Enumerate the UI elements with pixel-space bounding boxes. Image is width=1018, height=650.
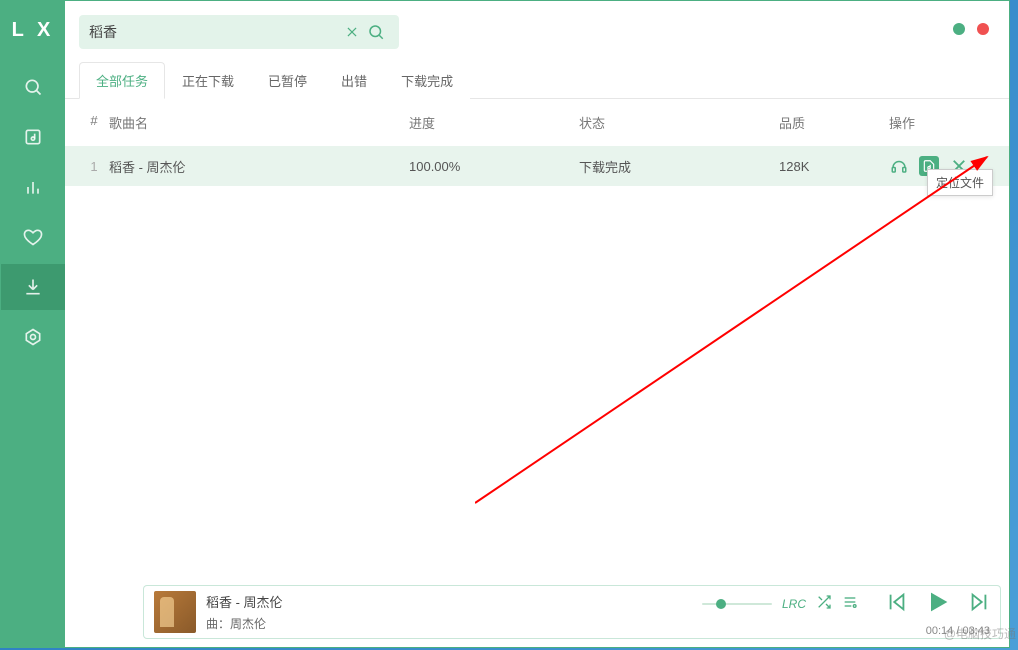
prev-track-icon[interactable] [886, 591, 908, 618]
sidebar: L X [1, 1, 65, 647]
search-input[interactable] [89, 24, 341, 40]
search-icon[interactable] [363, 23, 389, 41]
row-status: 下载完成 [579, 157, 779, 176]
tab-bar: 全部任务 正在下载 已暂停 出错 下载完成 [65, 53, 1009, 99]
col-operations: 操作 [889, 113, 995, 132]
row-progress: 100.00% [409, 159, 579, 174]
topbar [65, 1, 1009, 53]
album-cover[interactable] [154, 591, 196, 633]
tab-paused[interactable]: 已暂停 [251, 62, 324, 99]
next-track-icon[interactable] [968, 591, 990, 618]
row-quality: 128K [779, 159, 889, 174]
nav-downloads[interactable] [1, 264, 65, 310]
main-area: 全部任务 正在下载 已暂停 出错 下载完成 # 歌曲名 进度 状态 品质 操作 … [65, 1, 1009, 647]
window-controls [953, 23, 989, 35]
annotation-arrow [475, 153, 1015, 513]
col-quality: 品质 [779, 113, 889, 132]
player-bar: 稻香 - 周杰伦 曲：周杰伦 LRC [143, 585, 1001, 639]
track-title: 稻香 - 周杰伦 [206, 592, 283, 611]
tab-downloading[interactable]: 正在下载 [165, 62, 251, 99]
nav-search[interactable] [1, 64, 65, 110]
watermark: @电脑技巧通 [944, 625, 1016, 642]
logo: L X [12, 19, 55, 42]
lyrics-icon[interactable]: LRC [782, 597, 806, 611]
table-row[interactable]: 1 稻香 - 周杰伦 100.00% 下载完成 128K [65, 146, 1009, 186]
nav-settings[interactable] [1, 314, 65, 360]
tab-all[interactable]: 全部任务 [79, 62, 165, 99]
table-header: # 歌曲名 进度 状态 品质 操作 [65, 99, 1009, 146]
row-index: 1 [79, 159, 109, 174]
nav-favorites[interactable] [1, 214, 65, 260]
close-button[interactable] [977, 23, 989, 35]
nav-library[interactable] [1, 114, 65, 160]
tab-finished[interactable]: 下载完成 [384, 62, 470, 99]
col-index: # [79, 113, 109, 132]
clear-icon[interactable] [341, 25, 363, 39]
play-button-icon[interactable] [924, 588, 952, 621]
track-info: 稻香 - 周杰伦 曲：周杰伦 [206, 592, 283, 632]
tooltip-locate-file: 定位文件 [927, 169, 993, 196]
tab-error[interactable]: 出错 [324, 62, 384, 99]
col-status: 状态 [579, 113, 779, 132]
shuffle-icon[interactable] [816, 594, 832, 615]
search-box [79, 15, 399, 49]
col-progress: 进度 [409, 113, 579, 132]
playlist-icon[interactable] [842, 594, 858, 615]
nav-charts[interactable] [1, 164, 65, 210]
row-name: 稻香 - 周杰伦 [109, 157, 409, 176]
minimize-button[interactable] [953, 23, 965, 35]
track-subtitle: 曲：周杰伦 [206, 615, 283, 632]
volume-slider[interactable] [702, 603, 772, 605]
col-name: 歌曲名 [109, 113, 409, 132]
play-icon[interactable] [889, 156, 909, 176]
